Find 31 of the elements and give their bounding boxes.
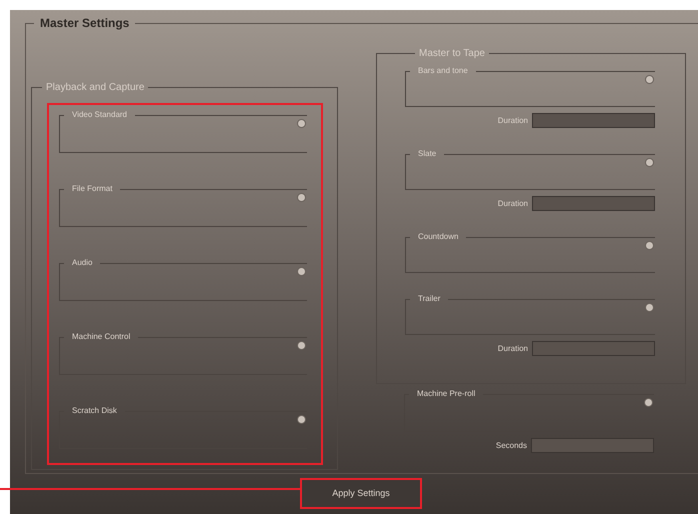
field-label: Duration [498, 342, 528, 354]
group-title: Master to Tape [418, 47, 486, 61]
apply-settings-button[interactable]: Apply Settings [300, 478, 422, 509]
dropdown-label: File Format [71, 185, 114, 193]
input-field[interactable] [532, 341, 655, 356]
group-title: Playback and Capture [45, 81, 146, 95]
dropdown[interactable]: Video Standard [59, 111, 307, 153]
dropdown[interactable]: Bars and tone [405, 67, 655, 107]
input-field[interactable] [532, 196, 655, 211]
dropdown-label: Machine Pre-roll [416, 390, 476, 398]
dropdown-label: Machine Control [71, 333, 132, 341]
dropdown[interactable]: Slate [405, 150, 655, 190]
dropdown[interactable]: Audio [59, 259, 307, 301]
input-field[interactable] [531, 438, 654, 453]
dropdown[interactable]: Countdown [405, 233, 655, 273]
field-label: Duration [498, 114, 528, 126]
dropdown[interactable]: File Format [59, 185, 307, 227]
input-field[interactable] [532, 113, 655, 128]
dropdown-label: Countdown [417, 233, 460, 241]
window-title: Master Settings [39, 15, 130, 32]
dropdown[interactable]: Trailer [405, 295, 655, 335]
dropdown-label: Audio [71, 259, 94, 267]
dropdown-label: Scratch Disk [71, 407, 118, 415]
dropdown-label: Slate [417, 150, 438, 158]
dropdown-label: Video Standard [71, 111, 128, 119]
field-label: Duration [498, 198, 528, 210]
field-label: Seconds [496, 440, 527, 452]
dropdown[interactable]: Machine Control [59, 333, 307, 375]
dropdown[interactable]: Scratch Disk [59, 407, 307, 449]
dropdown-label: Trailer [417, 295, 442, 303]
dropdown-label: Bars and tone [417, 67, 469, 75]
